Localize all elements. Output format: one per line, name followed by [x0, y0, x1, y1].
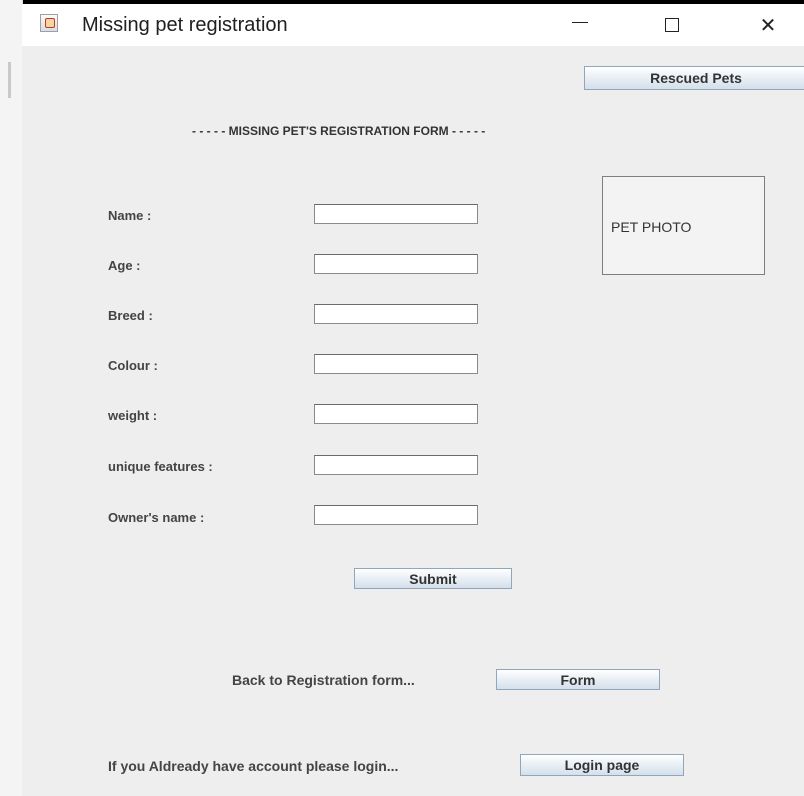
- weight-label: weight :: [108, 408, 158, 423]
- title-bar: Missing pet registration ✕: [22, 4, 804, 46]
- name-field[interactable]: [314, 204, 478, 224]
- maximize-icon[interactable]: [644, 4, 700, 46]
- background-window-edge: [0, 0, 23, 796]
- login-page-button[interactable]: Login page: [520, 754, 684, 776]
- minimize-icon[interactable]: [552, 4, 608, 46]
- rescued-pets-button[interactable]: Rescued Pets: [584, 66, 804, 90]
- java-app-icon: [40, 14, 58, 32]
- age-label: Age :: [108, 258, 141, 273]
- form-button[interactable]: Form: [496, 669, 660, 690]
- pet-photo-placeholder: PET PHOTO: [611, 219, 692, 235]
- name-label: Name :: [108, 208, 152, 223]
- owners-name-label: Owner's name :: [108, 510, 205, 525]
- breed-label: Breed :: [108, 308, 153, 323]
- age-field[interactable]: [314, 254, 478, 274]
- login-prompt-text: If you Aldready have account please logi…: [108, 758, 399, 774]
- pet-photo-box[interactable]: PET PHOTO: [602, 176, 765, 275]
- window-title: Missing pet registration: [82, 14, 288, 36]
- colour-label: Colour :: [108, 358, 158, 373]
- breed-field[interactable]: [314, 304, 478, 324]
- owners-name-field[interactable]: [314, 505, 478, 525]
- unique-features-field[interactable]: [314, 455, 478, 475]
- close-icon[interactable]: ✕: [740, 4, 796, 46]
- back-to-form-text: Back to Registration form...: [232, 672, 415, 688]
- form-heading: - - - - - MISSING PET'S REGISTRATION FOR…: [192, 124, 486, 138]
- colour-field[interactable]: [314, 354, 478, 374]
- unique-features-label: unique features :: [108, 459, 213, 474]
- app-window: Missing pet registration ✕ Rescued Pets …: [22, 4, 804, 796]
- submit-button[interactable]: Submit: [354, 568, 512, 589]
- weight-field[interactable]: [314, 404, 478, 424]
